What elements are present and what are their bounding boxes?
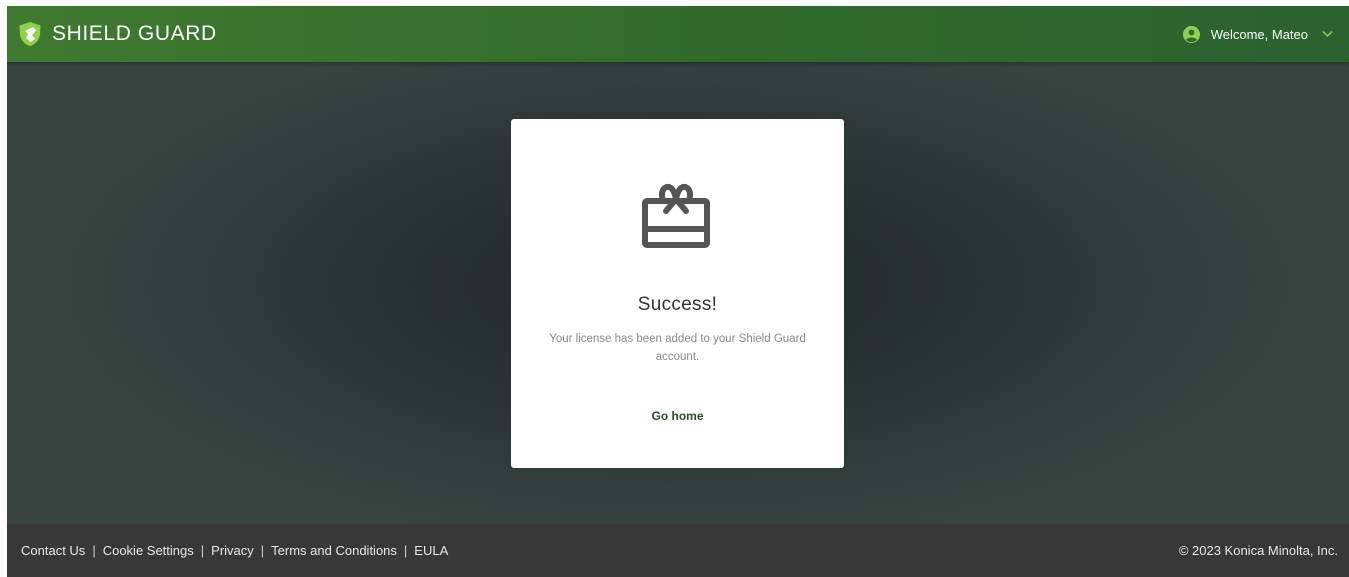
dialog-message: Your license has been added to your Shie… [549, 333, 806, 363]
footer-separator: | [200, 543, 205, 558]
success-dialog: Success! Your license has been added to … [511, 119, 844, 468]
user-menu[interactable]: Welcome, Mateo [1182, 6, 1333, 62]
main-area: Success! Your license has been added to … [7, 62, 1349, 524]
user-circle-icon [1182, 25, 1200, 43]
footer-link-terms[interactable]: Terms and Conditions [271, 543, 397, 558]
footer-link-cookie-settings[interactable]: Cookie Settings [103, 543, 194, 558]
footer-link-privacy[interactable]: Privacy [211, 543, 254, 558]
dialog-title: Success! [637, 294, 718, 315]
chevron-down-icon[interactable] [1322, 30, 1333, 38]
footer-links: Contact Us | Cookie Settings | Privacy |… [21, 543, 448, 558]
footer-separator: | [92, 543, 96, 558]
copyright: © 2023 Konica Minolta, Inc. [1178, 543, 1338, 558]
footer-separator: | [260, 543, 265, 558]
welcome-text: Welcome, Mateo [1210, 26, 1308, 42]
brand[interactable]: SHIELD GUARD [18, 21, 217, 47]
footer: Contact Us | Cookie Settings | Privacy |… [7, 524, 1349, 577]
brand-name: SHIELD GUARD [52, 22, 217, 45]
app-frame: SHIELD GUARD Welcome, Mateo Success! You… [7, 6, 1349, 577]
go-home-link[interactable]: Go home [511, 409, 844, 423]
footer-link-contact-us[interactable]: Contact Us [21, 543, 85, 558]
shield-logo-icon [19, 22, 41, 46]
top-bar: SHIELD GUARD Welcome, Mateo [7, 6, 1349, 62]
gift-card-icon [642, 183, 710, 248]
footer-separator: | [403, 543, 408, 558]
footer-link-eula[interactable]: EULA [414, 543, 448, 558]
